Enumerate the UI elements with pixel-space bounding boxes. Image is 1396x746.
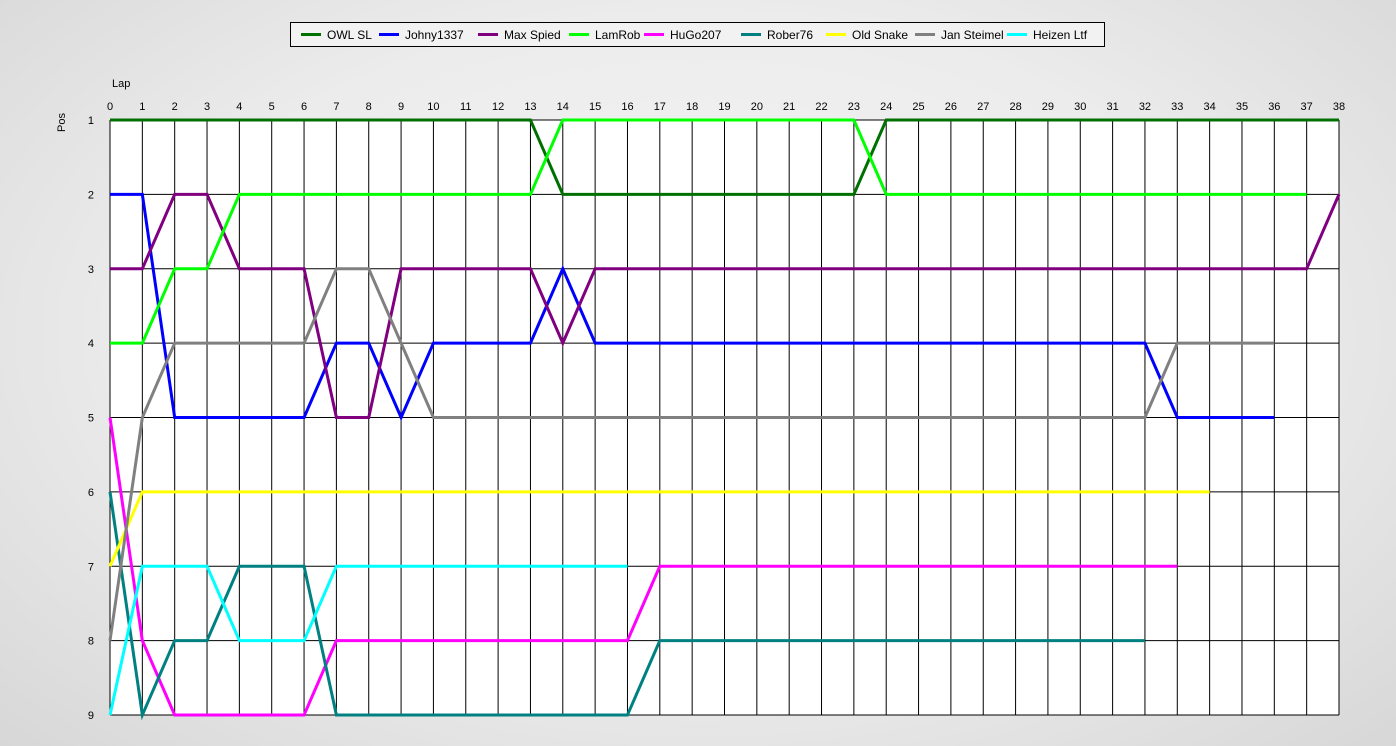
x-tick-label: 8 xyxy=(366,101,372,113)
x-tick-label: 26 xyxy=(945,101,957,113)
legend-swatch xyxy=(741,33,761,36)
x-tick-label: 1 xyxy=(139,101,145,113)
x-tick-label: 36 xyxy=(1268,101,1280,113)
y-tick-label: 7 xyxy=(88,561,94,573)
x-tick-label: 23 xyxy=(848,101,860,113)
x-tick-label: 14 xyxy=(557,101,569,113)
legend-item: Rober76 xyxy=(741,23,813,46)
legend-item: Max Spied xyxy=(478,23,561,46)
x-tick-label: 25 xyxy=(912,101,924,113)
x-tick-label: 21 xyxy=(783,101,795,113)
position-chart: 0 1 2 3 4 5 6 7 8 9 10 11 12 13 14 15 16 17 18 19 20 21 22 23 24… xyxy=(56,78,1345,722)
legend-swatch xyxy=(301,33,321,36)
x-tick-label: 18 xyxy=(686,101,698,113)
x-tick-label: 32 xyxy=(1139,101,1151,113)
x-tick-label: 29 xyxy=(1042,101,1054,113)
legend-swatch xyxy=(379,33,399,36)
legend-item: Heizen Ltf xyxy=(1007,23,1087,46)
legend: OWL SL Johny1337 Max Spied LamRob HuGo207 Rob… xyxy=(290,22,1105,47)
x-tick-label: 4 xyxy=(236,101,242,113)
x-tick-label: 20 xyxy=(751,101,763,113)
x-tick-label: 5 xyxy=(269,101,275,113)
y-tick-label: 1 xyxy=(88,115,94,127)
x-tick-label: 37 xyxy=(1301,101,1313,113)
x-tick-label: 38 xyxy=(1333,101,1345,113)
legend-swatch xyxy=(478,33,498,36)
x-tick-label: 31 xyxy=(1106,101,1118,113)
y-tick-label: 8 xyxy=(88,636,94,648)
x-axis-label: Lap xyxy=(112,78,130,90)
y-tick-label: 2 xyxy=(88,189,94,201)
x-tick-label: 15 xyxy=(589,101,601,113)
legend-label: HuGo207 xyxy=(670,27,722,42)
legend-item: LamRob xyxy=(569,23,640,46)
x-tick-label: 9 xyxy=(398,101,404,113)
legend-label: OWL SL xyxy=(327,27,372,42)
y-axis-label: Pos xyxy=(56,113,68,132)
x-tick-labels: 0 1 2 3 4 5 6 7 8 9 10 11 12 13 14 15 16 17 18 19 20 21 22 23 24… xyxy=(107,101,1345,113)
legend-swatch xyxy=(569,33,589,36)
x-tick-label: 33 xyxy=(1171,101,1183,113)
legend-label: Heizen Ltf xyxy=(1033,27,1088,42)
legend-label: Jan Steimel xyxy=(941,27,1004,42)
x-tick-label: 7 xyxy=(333,101,339,113)
y-tick-label: 3 xyxy=(88,264,94,276)
x-tick-label: 24 xyxy=(880,101,892,113)
y-tick-labels: 1 2 3 4 5 6 7 8 9 xyxy=(88,115,94,722)
x-tick-label: 28 xyxy=(1009,101,1021,113)
x-tick-label: 2 xyxy=(172,101,178,113)
x-tick-label: 35 xyxy=(1236,101,1248,113)
legend-item: HuGo207 xyxy=(644,23,721,46)
legend-label: Old Snake xyxy=(852,27,909,42)
x-tick-label: 19 xyxy=(718,101,730,113)
legend-label: Johny1337 xyxy=(405,27,464,42)
x-tick-label: 12 xyxy=(492,101,504,113)
x-tick-label: 27 xyxy=(977,101,989,113)
y-tick-label: 5 xyxy=(88,413,94,425)
legend-item: OWL SL xyxy=(301,23,372,46)
y-tick-label: 4 xyxy=(88,338,94,350)
legend-swatch xyxy=(826,33,846,36)
x-tick-label: 30 xyxy=(1074,101,1086,113)
legend-item: Johny1337 xyxy=(379,23,464,46)
legend-label: LamRob xyxy=(595,27,641,42)
legend-swatch xyxy=(915,33,935,36)
legend-item: Jan Steimel xyxy=(915,23,1004,46)
x-tick-label: 16 xyxy=(621,101,633,113)
x-tick-label: 22 xyxy=(815,101,827,113)
x-tick-label: 0 xyxy=(107,101,113,113)
legend-label: Rober76 xyxy=(767,27,814,42)
legend-swatch xyxy=(644,33,664,36)
legend-swatch xyxy=(1007,33,1027,36)
y-tick-label: 9 xyxy=(88,710,94,722)
legend-item: Old Snake xyxy=(826,23,908,46)
y-tick-label: 6 xyxy=(88,487,94,499)
legend-label: Max Spied xyxy=(504,27,561,42)
x-tick-label: 17 xyxy=(654,101,666,113)
x-tick-label: 10 xyxy=(427,101,439,113)
x-tick-label: 6 xyxy=(301,101,307,113)
x-tick-label: 13 xyxy=(524,101,536,113)
x-tick-label: 34 xyxy=(1204,101,1216,113)
x-tick-label: 11 xyxy=(460,101,471,113)
x-tick-label: 3 xyxy=(204,101,210,113)
